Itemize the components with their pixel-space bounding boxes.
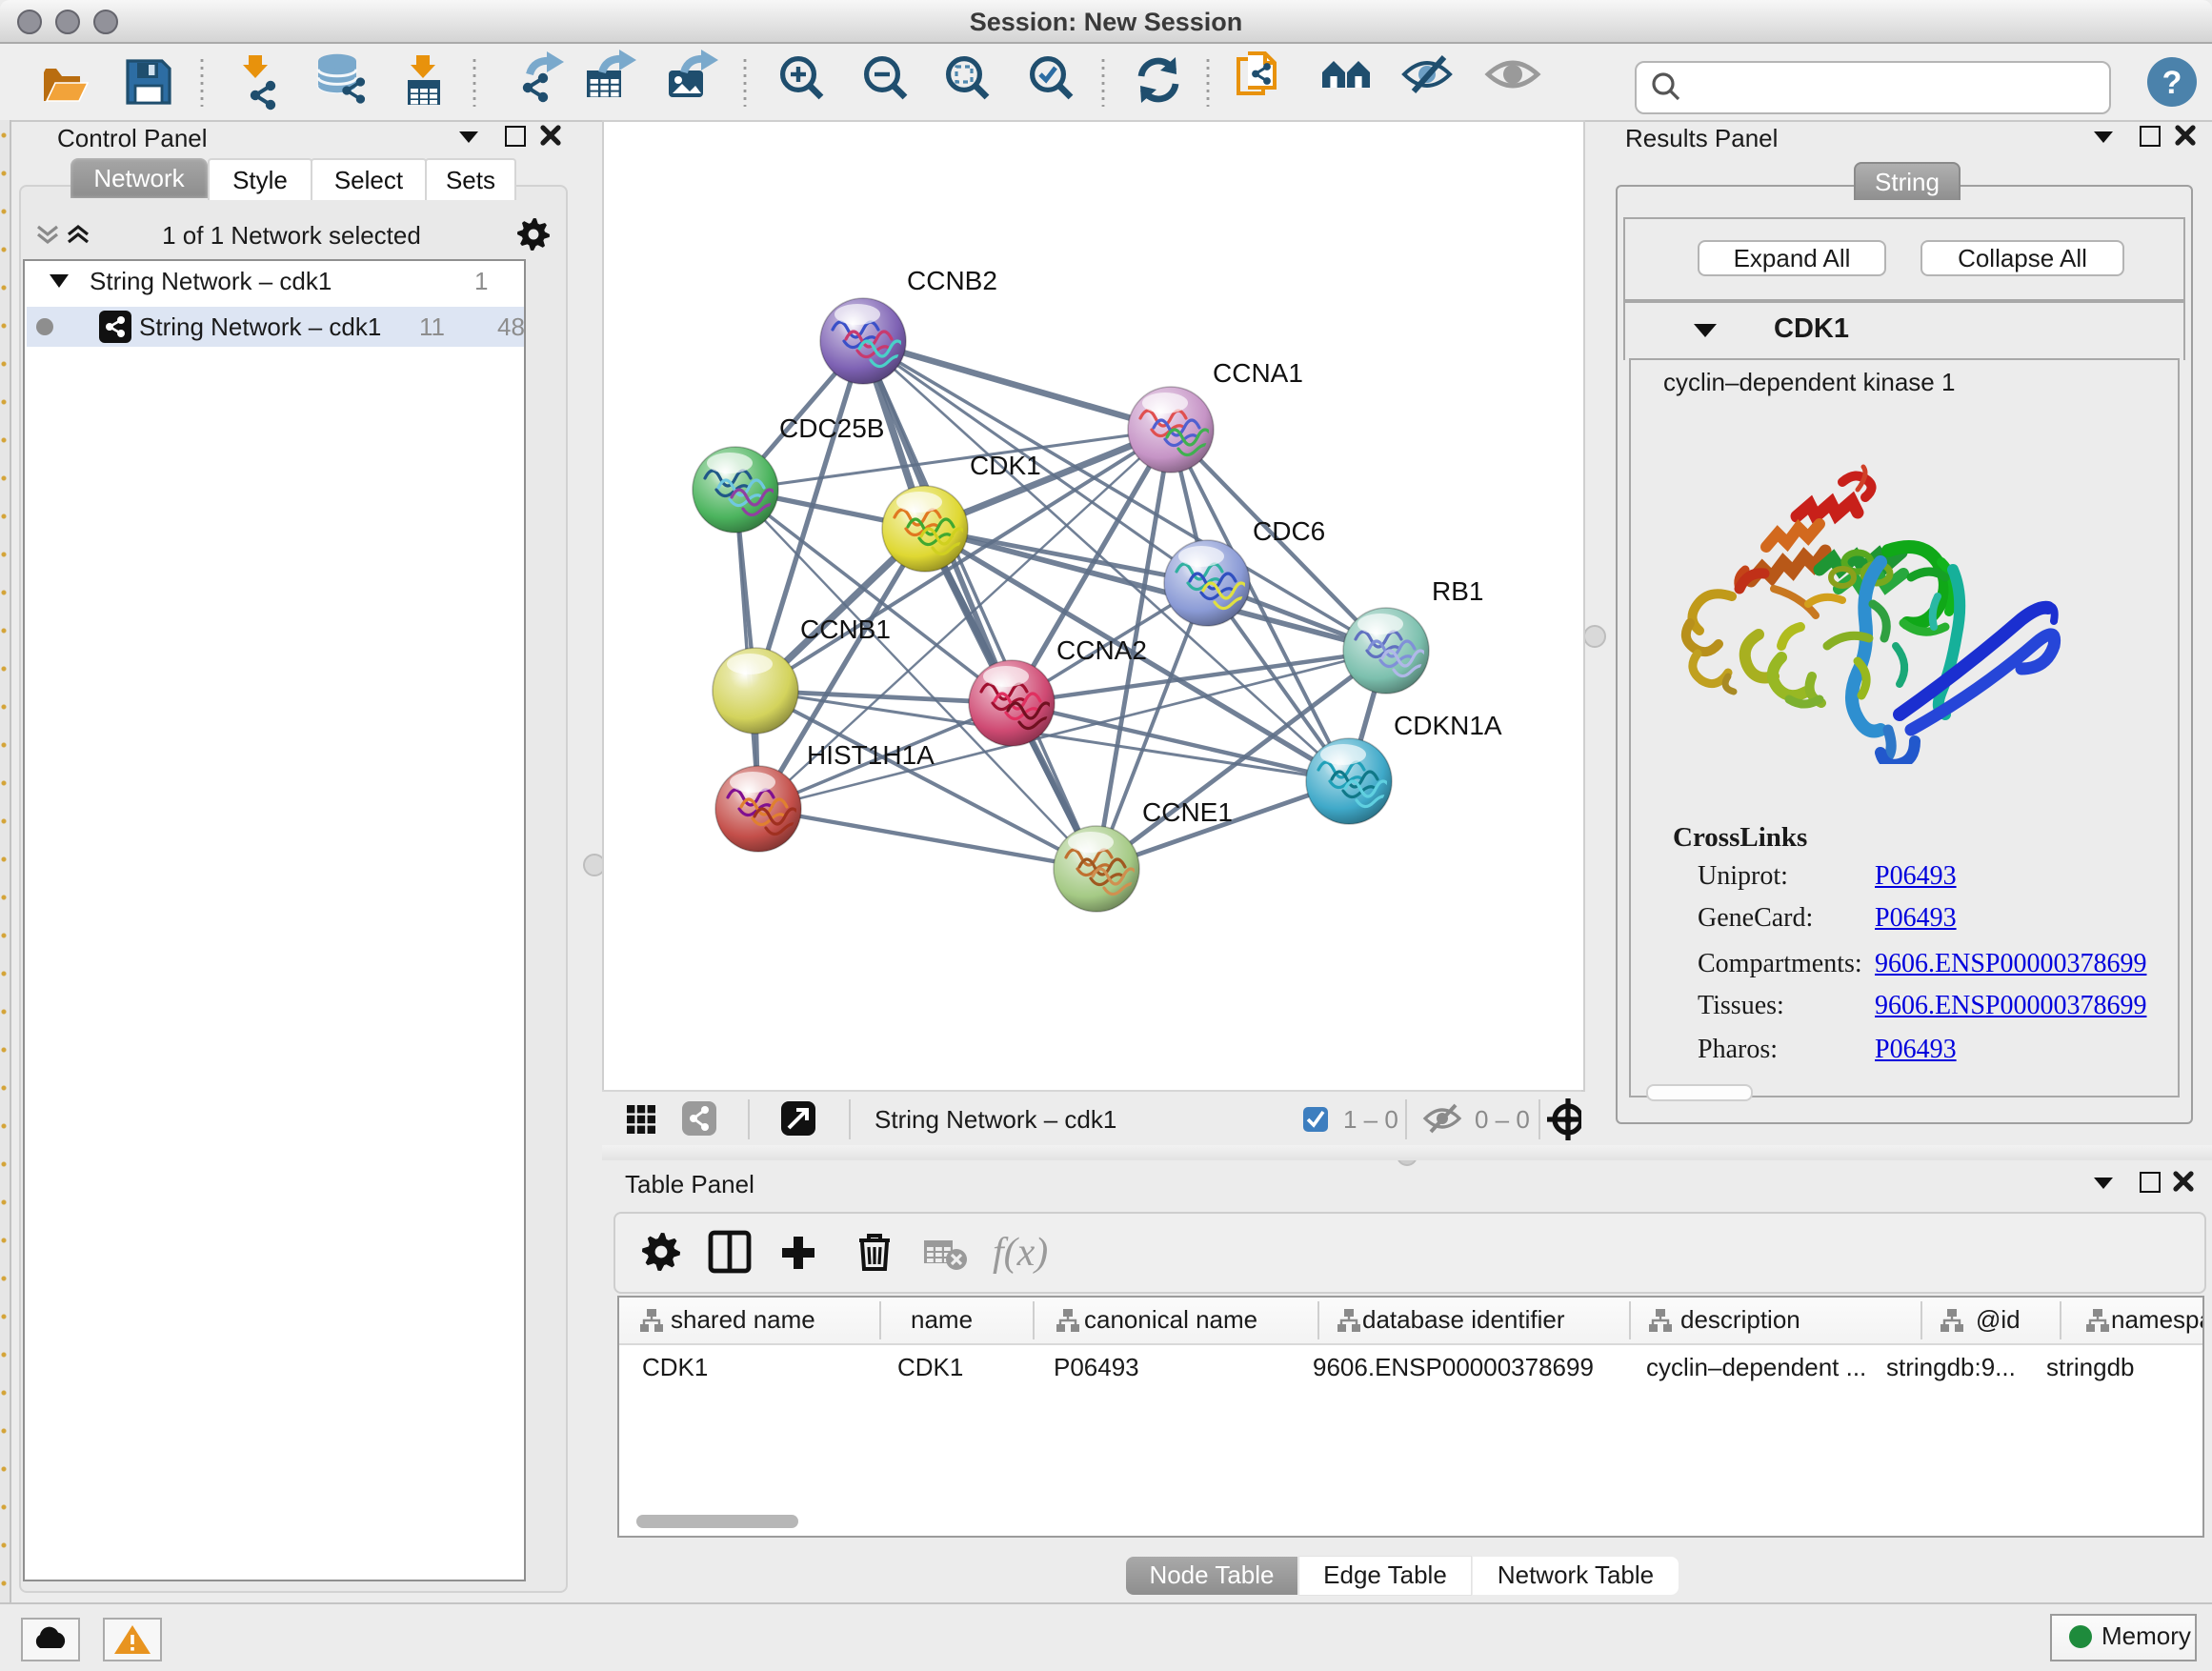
svg-text:CCNA2: CCNA2 — [1056, 635, 1147, 665]
svg-text:CDC6: CDC6 — [1253, 516, 1325, 546]
svg-text:f(x): f(x) — [993, 1231, 1048, 1275]
svg-text:RB1: RB1 — [1432, 576, 1483, 606]
svg-text:CDC25B: CDC25B — [779, 413, 884, 443]
svg-text:CCNB1: CCNB1 — [800, 614, 891, 644]
svg-text:CDK1: CDK1 — [970, 451, 1041, 480]
svg-text:?: ? — [2162, 65, 2182, 101]
svg-text:CDKN1A: CDKN1A — [1394, 711, 1502, 740]
svg-text:CCNB2: CCNB2 — [907, 266, 997, 295]
svg-text:HIST1H1A: HIST1H1A — [807, 740, 935, 770]
svg-text:CCNE1: CCNE1 — [1142, 797, 1233, 827]
svg-text:CCNA1: CCNA1 — [1213, 358, 1303, 388]
